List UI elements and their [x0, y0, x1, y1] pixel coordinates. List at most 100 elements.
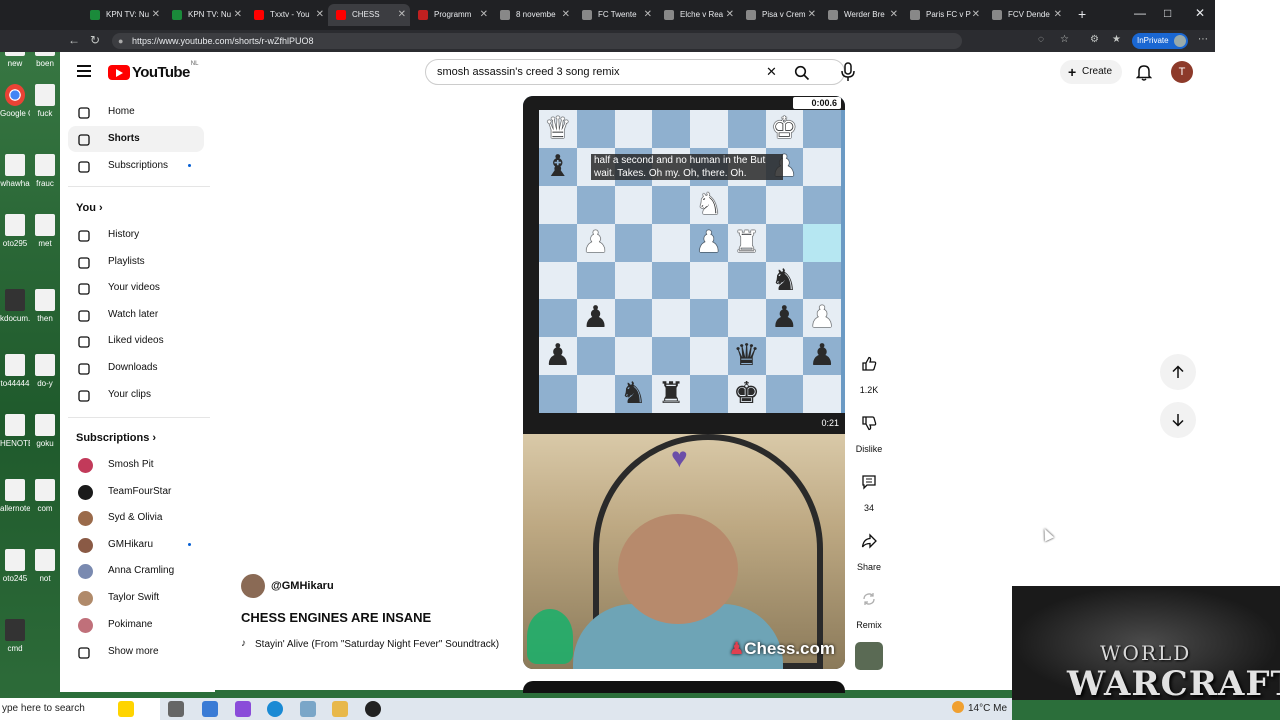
- you-heading[interactable]: You ›: [76, 202, 103, 214]
- browser-tab[interactable]: FC Twente ✕: [574, 4, 656, 26]
- sidebar-item-subscription[interactable]: GMHikaru: [68, 532, 204, 558]
- create-button[interactable]: + Create: [1060, 60, 1122, 84]
- desktop-icon[interactable]: kdocum...: [0, 285, 30, 345]
- sidebar-item-downloads[interactable]: Downloads: [68, 355, 204, 381]
- sidebar-item-your-videos[interactable]: Your videos: [68, 275, 204, 301]
- close-tab-icon[interactable]: ✕: [562, 4, 570, 26]
- desktop-icon[interactable]: then: [30, 285, 60, 345]
- task-view-icon[interactable]: [168, 701, 184, 717]
- desktop-icon[interactable]: not: [30, 545, 60, 605]
- sidebar-item-subscription[interactable]: Pokimane: [68, 612, 204, 638]
- close-tab-icon[interactable]: ✕: [808, 4, 816, 26]
- browser-tab[interactable]: Elche v Rea ✕: [656, 4, 738, 26]
- desktop-icon[interactable]: met: [30, 210, 60, 270]
- sidebar-item-subscription[interactable]: Syd & Olivia: [68, 505, 204, 531]
- copilot-icon[interactable]: [235, 701, 251, 717]
- browser-tab[interactable]: KPN TV: Nu ✕: [82, 4, 164, 26]
- sound-thumbnail[interactable]: [855, 642, 883, 670]
- desktop-icon[interactable]: allernote: [0, 475, 30, 535]
- desktop-icon[interactable]: fuck: [30, 80, 60, 140]
- channel-link[interactable]: @GMHikaru: [241, 574, 334, 598]
- desktop-icon[interactable]: Google Chrome: [0, 80, 30, 140]
- sidebar-item-subscription[interactable]: Taylor Swift: [68, 585, 204, 611]
- close-tab-icon[interactable]: ✕: [726, 4, 734, 26]
- youtube-logo[interactable]: YouTube NL: [108, 61, 198, 81]
- browser-tab[interactable]: CHESS ✕: [328, 4, 410, 26]
- close-tab-icon[interactable]: ✕: [316, 4, 324, 26]
- sidebar-item-subscriptions[interactable]: Subscriptions: [68, 153, 204, 179]
- sidebar-item-playlists[interactable]: Playlists: [68, 249, 204, 275]
- channel-avatar[interactable]: [241, 574, 265, 598]
- remix-button[interactable]: Remix: [852, 582, 886, 630]
- video-title[interactable]: CHESS ENGINES ARE INSANE: [241, 610, 431, 625]
- edge-icon[interactable]: [267, 701, 283, 717]
- sidebar-item-subscription[interactable]: TeamFourStar: [68, 479, 204, 505]
- more-menu-icon[interactable]: ⋯: [1198, 34, 1208, 45]
- sidebar-item-subscription[interactable]: Smosh Pit: [68, 452, 204, 478]
- browser-tab[interactable]: Txxtv - You ✕: [246, 4, 328, 26]
- song-link[interactable]: ♪ Stayin' Alive (From "Saturday Night Fe…: [241, 638, 499, 650]
- tracking-icon[interactable]: ◌: [1038, 34, 1044, 45]
- browser-tab[interactable]: Werder Bre ✕: [820, 4, 902, 26]
- close-tab-icon[interactable]: ✕: [480, 4, 488, 26]
- app-icon[interactable]: [300, 701, 316, 717]
- short-video-player[interactable]: 0:00.6 ♛ ♚ ♝ ♟ ♞ ♟ ♟ ♜ ♞ ♟ ♟ ♟ ♟ ♛ ♟ ♞ ♜ ♚ half a second …: [523, 96, 845, 669]
- comments-button[interactable]: 34: [852, 465, 886, 513]
- close-tab-icon[interactable]: ✕: [890, 4, 898, 26]
- close-tab-icon[interactable]: ✕: [644, 4, 652, 26]
- close-tab-icon[interactable]: ✕: [1054, 4, 1062, 26]
- close-tab-icon[interactable]: ✕: [152, 4, 160, 26]
- favorites-icon[interactable]: ★: [1112, 34, 1121, 45]
- app-icon-dark[interactable]: [365, 701, 381, 717]
- favorite-star-icon[interactable]: ☆: [1060, 34, 1069, 45]
- sidebar-item-home[interactable]: Home: [68, 99, 204, 125]
- desktop-icon[interactable]: to44444: [0, 350, 30, 410]
- browser-tab[interactable]: Programm ✕: [410, 4, 492, 26]
- browser-tab[interactable]: KPN TV: Nu ✕: [164, 4, 246, 26]
- subscriptions-heading[interactable]: Subscriptions ›: [76, 432, 156, 444]
- desktop-icon[interactable]: do-y: [30, 350, 60, 410]
- back-icon[interactable]: ←: [68, 33, 80, 47]
- search-icon[interactable]: [794, 65, 810, 81]
- url-field[interactable]: ● https://www.youtube.com/shorts/r-wZfhl…: [112, 33, 962, 49]
- menu-icon[interactable]: [77, 65, 91, 77]
- desktop-icon[interactable]: cmd: [0, 615, 30, 675]
- desktop-icon[interactable]: com: [30, 475, 60, 535]
- refresh-icon[interactable]: ↻: [90, 33, 100, 47]
- search-input[interactable]: smosh assassin's creed 3 song remix ✕: [425, 59, 845, 85]
- maximize-icon[interactable]: □: [1164, 6, 1171, 20]
- taskbar-search[interactable]: ype here to search: [0, 698, 160, 720]
- previous-short-button[interactable]: [1160, 354, 1196, 390]
- weather-widget[interactable]: 14°C Me: [952, 698, 1007, 720]
- sidebar-item-shorts[interactable]: Shorts: [68, 126, 204, 152]
- desktop-icon[interactable]: frauc: [30, 150, 60, 210]
- sidebar-item-liked-videos[interactable]: Liked videos: [68, 328, 204, 354]
- store-icon[interactable]: [202, 701, 218, 717]
- browser-tab[interactable]: FCV Dende ✕: [984, 4, 1066, 26]
- close-window-icon[interactable]: ✕: [1195, 6, 1205, 20]
- desktop-icon[interactable]: goku: [30, 410, 60, 470]
- browser-tab[interactable]: Pisa v Crem ✕: [738, 4, 820, 26]
- close-tab-icon[interactable]: ✕: [234, 4, 242, 26]
- notifications-bell-icon[interactable]: [1136, 63, 1152, 81]
- sidebar-item-your-clips[interactable]: Your clips: [68, 382, 204, 408]
- sidebar-item-history[interactable]: History: [68, 222, 204, 248]
- inprivate-badge[interactable]: InPrivate: [1132, 33, 1188, 49]
- sidebar-item-subscription[interactable]: Anna Cramling: [68, 558, 204, 584]
- next-short-button[interactable]: [1160, 402, 1196, 438]
- clear-search-icon[interactable]: ✕: [766, 60, 777, 84]
- close-tab-icon[interactable]: ✕: [972, 4, 980, 26]
- desktop-icon[interactable]: HENOTE: [0, 410, 30, 470]
- extensions-icon[interactable]: ⚙: [1090, 34, 1099, 45]
- close-tab-icon[interactable]: ✕: [398, 4, 406, 26]
- share-button[interactable]: Share: [852, 524, 886, 572]
- microphone-icon[interactable]: [840, 62, 856, 82]
- file-explorer-icon[interactable]: [332, 701, 348, 717]
- browser-tab[interactable]: Paris FC v P ✕: [902, 4, 984, 26]
- desktop-icon[interactable]: whawha: [0, 150, 30, 210]
- like-button[interactable]: 1.2K: [852, 347, 886, 395]
- browser-tab[interactable]: 8 novembe ✕: [492, 4, 574, 26]
- desktop-icon[interactable]: oto295: [0, 210, 30, 270]
- sparkle-icon[interactable]: [118, 701, 134, 717]
- dislike-button[interactable]: Dislike: [852, 406, 886, 454]
